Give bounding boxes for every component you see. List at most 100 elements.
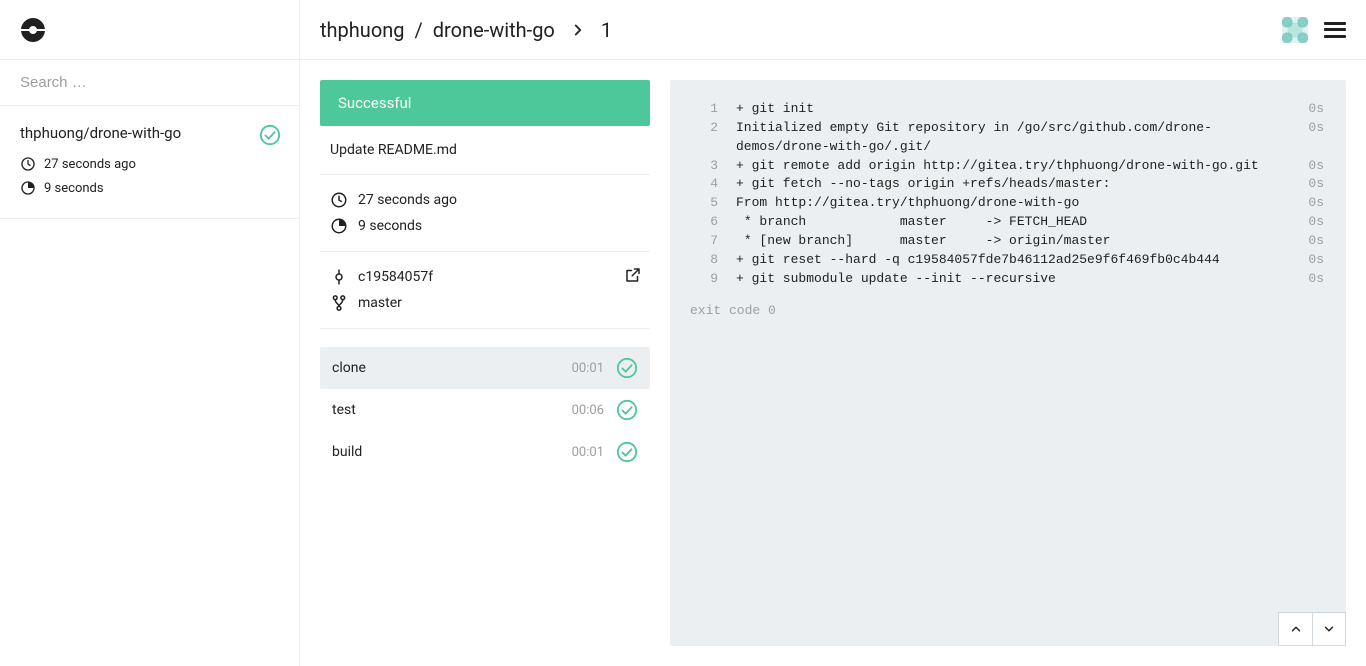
- status-badge-success: [259, 124, 281, 146]
- sidebar-duration-text: 9 seconds: [44, 181, 104, 196]
- search-container: [0, 60, 299, 106]
- breadcrumb-slash: /: [415, 18, 423, 42]
- topbar: thphuong / drone-with-go 1: [300, 0, 1366, 60]
- log-line-number: 7: [690, 232, 718, 251]
- log-line-duration: 0s: [1308, 270, 1324, 289]
- sidebar: thphuong/drone-with-go 27 seconds ago 9 …: [0, 0, 300, 666]
- branch-name: master: [358, 295, 402, 311]
- log-line: 6 * branch master -> FETCH_HEAD 0s: [690, 213, 1324, 232]
- step-status: [616, 357, 638, 379]
- open-external-button[interactable]: [624, 266, 642, 284]
- log-line: 8 + git reset --hard -q c19584057fde7b461…: [690, 251, 1324, 270]
- chevron-up-icon: [1289, 622, 1303, 636]
- build-started-row: 27 seconds ago: [330, 191, 640, 209]
- scroll-bottom-button[interactable]: [1312, 612, 1346, 646]
- timelapse-icon: [20, 180, 36, 196]
- breadcrumb-owner[interactable]: thphuong: [320, 18, 405, 42]
- branch-icon: [330, 294, 348, 312]
- step-clone[interactable]: clone00:01: [320, 347, 650, 389]
- step-name: clone: [332, 360, 572, 376]
- log-line-duration: 0s: [1308, 232, 1324, 251]
- log-line-text: From http://gitea.try/thphuong/drone-wit…: [736, 194, 1292, 213]
- log-line-number: 6: [690, 213, 718, 232]
- step-status: [616, 399, 638, 421]
- commit-message-section: Update README.md: [320, 126, 650, 175]
- branch-row: master: [330, 294, 640, 312]
- breadcrumb-build-number: 1: [601, 18, 612, 42]
- steps-list: clone00:01test00:06build00:01: [320, 347, 650, 473]
- chevron-right-icon: [569, 21, 587, 39]
- commit-message: Update README.md: [330, 142, 640, 158]
- sidebar-duration-row: 9 seconds: [20, 180, 279, 196]
- log-line-text: + git submodule update --init --recursiv…: [736, 270, 1292, 289]
- commit-sha-row: c19584057f: [330, 268, 640, 286]
- log-line-duration: 0s: [1308, 119, 1324, 138]
- commit-icon: [330, 268, 348, 286]
- log-line: 1 + git init 0s: [690, 100, 1324, 119]
- build-duration-text: 9 seconds: [358, 218, 422, 234]
- breadcrumb: thphuong / drone-with-go 1: [320, 18, 612, 42]
- log-scroll-controls: [1278, 612, 1346, 646]
- log-line-number: 3: [690, 157, 718, 176]
- log-line-number: 9: [690, 270, 718, 289]
- check-circle-icon: [616, 357, 638, 379]
- step-duration: 00:01: [572, 361, 604, 376]
- log-line-duration: 0s: [1308, 213, 1324, 232]
- sidebar-started-text: 27 seconds ago: [44, 157, 136, 172]
- log-line-duration: 0s: [1308, 251, 1324, 270]
- main: thphuong / drone-with-go 1 Successful: [300, 0, 1366, 666]
- logo[interactable]: [0, 0, 299, 60]
- drone-logo-icon: [18, 15, 48, 45]
- log-line: 3 + git remote add origin http://gitea.tr…: [690, 157, 1324, 176]
- menu-button[interactable]: [1324, 22, 1346, 38]
- log-line-number: 1: [690, 100, 718, 119]
- log-line-text: + git reset --hard -q c19584057fde7b4611…: [736, 251, 1292, 270]
- ref-section: c19584057f master: [320, 252, 650, 329]
- clock-icon: [20, 156, 36, 172]
- sidebar-started-row: 27 seconds ago: [20, 156, 279, 172]
- commit-sha: c19584057f: [358, 269, 433, 285]
- step-name: build: [332, 444, 572, 460]
- log-line-text: + git fetch --no-tags origin +refs/heads…: [736, 175, 1292, 194]
- exit-code: exit code 0: [690, 302, 1324, 321]
- user-avatar[interactable]: [1282, 17, 1308, 43]
- build-started-text: 27 seconds ago: [358, 192, 457, 208]
- log-line: 9 + git submodule update --init --recursi…: [690, 270, 1324, 289]
- log-line-number: 4: [690, 175, 718, 194]
- log-line-text: * [new branch] master -> origin/master: [736, 232, 1292, 251]
- check-circle-icon: [259, 124, 281, 146]
- sidebar-repo-item[interactable]: thphuong/drone-with-go 27 seconds ago 9 …: [0, 106, 299, 219]
- log-line-duration: 0s: [1308, 100, 1324, 119]
- build-summary: Successful Update README.md 27 seconds a…: [320, 80, 650, 646]
- step-test[interactable]: test00:06: [320, 389, 650, 431]
- step-status: [616, 441, 638, 463]
- log-line: 4 + git fetch --no-tags origin +refs/head…: [690, 175, 1324, 194]
- log-line-number: 2: [690, 119, 718, 138]
- sidebar-repo-name: thphuong/drone-with-go: [20, 124, 279, 142]
- log-panel: 1+ git init0s2Initialized empty Git repo…: [670, 80, 1346, 646]
- log-line-duration: 0s: [1308, 194, 1324, 213]
- step-duration: 00:01: [572, 445, 604, 460]
- log-line-text: + git init: [736, 100, 1292, 119]
- log-line-text: * branch master -> FETCH_HEAD: [736, 213, 1292, 232]
- content: Successful Update README.md 27 seconds a…: [300, 60, 1366, 666]
- open-in-new-icon: [624, 266, 642, 284]
- build-status-banner: Successful: [320, 80, 650, 126]
- step-duration: 00:06: [572, 403, 604, 418]
- clock-icon: [330, 191, 348, 209]
- check-circle-icon: [616, 441, 638, 463]
- step-name: test: [332, 402, 572, 418]
- step-build[interactable]: build00:01: [320, 431, 650, 473]
- log-line: 5 From http://gitea.try/thphuong/drone-wi…: [690, 194, 1324, 213]
- log-line: 2Initialized empty Git repository in /go…: [690, 119, 1324, 157]
- scroll-top-button[interactable]: [1278, 612, 1312, 646]
- log-line-duration: 0s: [1308, 175, 1324, 194]
- log-line-number: 8: [690, 251, 718, 270]
- search-input[interactable]: [0, 60, 299, 105]
- breadcrumb-repo[interactable]: drone-with-go: [433, 18, 555, 42]
- timelapse-icon: [330, 217, 348, 235]
- log-line-text: + git remote add origin http://gitea.try…: [736, 157, 1292, 176]
- check-circle-icon: [616, 399, 638, 421]
- log-line-number: 5: [690, 194, 718, 213]
- log-line: 7 * [new branch] master -> origin/master…: [690, 232, 1324, 251]
